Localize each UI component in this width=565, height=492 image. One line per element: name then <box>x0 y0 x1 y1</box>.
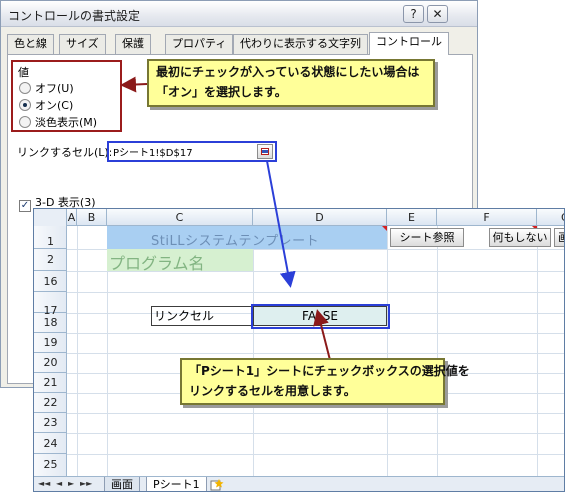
close-button[interactable]: ✕ <box>427 5 448 23</box>
tab-size[interactable]: サイズ <box>59 34 106 54</box>
column-header-e[interactable]: E <box>387 209 437 226</box>
do-nothing-button[interactable]: 何もしない <box>489 228 551 247</box>
sheet-tab-psheet1[interactable]: Pシート1 <box>146 477 207 491</box>
grid-vline <box>437 226 438 476</box>
callout-bottom-line1: 「Pシート1」シートにチェックボックスの選択値を <box>189 364 470 378</box>
row-header-23[interactable]: 23 <box>34 413 67 433</box>
first-sheet-icon[interactable]: ◄◄ <box>38 479 50 488</box>
radio-on[interactable]: オン(C) <box>19 97 73 113</box>
row-header-18[interactable]: 18 <box>34 313 67 333</box>
row-header-24[interactable]: 24 <box>34 433 67 454</box>
column-header-bar: A B C D E F G <box>34 209 564 226</box>
grid-hline <box>67 333 564 334</box>
grid-hline <box>67 353 564 354</box>
callout-bottom-line2: リンクするセルを用意します。 <box>189 384 356 398</box>
column-header-a[interactable]: A <box>67 209 77 226</box>
help-button[interactable]: ? <box>403 5 424 23</box>
next-sheet-icon[interactable]: ► <box>68 479 74 488</box>
radio-on-button[interactable] <box>19 99 31 111</box>
radio-mixed-label: 淡色表示(M) <box>35 116 98 129</box>
tab-protection[interactable]: 保護 <box>115 34 151 54</box>
radio-mixed-button[interactable] <box>19 116 31 128</box>
row-header-20[interactable]: 20 <box>34 353 67 373</box>
row-header-21[interactable]: 21 <box>34 373 67 393</box>
program-name-cell: プログラム名 <box>109 254 205 273</box>
template-title-cell: StiLLシステムテンプレート <box>151 234 320 249</box>
grid-vline <box>77 226 78 476</box>
callout-top: 最初にチェックが入っている状態にしたい場合は 「オン」を選択します。 <box>147 59 435 107</box>
sheet-reference-button[interactable]: シート参照 <box>390 228 464 247</box>
column-header-b[interactable]: B <box>77 209 107 226</box>
spreadsheet-window: A B C D E F G 1 2 16 17 18 19 20 21 22 2… <box>33 208 565 492</box>
row-header-bar: 1 2 16 17 18 19 20 21 22 23 24 25 <box>34 226 67 476</box>
radio-off-label: オフ(U) <box>35 82 74 95</box>
grid-vline <box>253 226 254 476</box>
sheet-tab-screen[interactable]: 画面 <box>104 477 140 491</box>
radio-off[interactable]: オフ(U) <box>19 80 74 96</box>
last-sheet-icon[interactable]: ►► <box>80 479 92 488</box>
link-cell-highlight <box>251 304 390 329</box>
comment-indicator <box>382 226 387 231</box>
column-header-g[interactable]: G <box>537 209 564 226</box>
row-header-25[interactable]: 25 <box>34 454 67 476</box>
sheet-tab-bar: ◄◄ ◄ ► ►► 画面 Pシート1 <box>34 476 564 491</box>
cell-link-input[interactable] <box>111 145 255 158</box>
callout-top-line1: 最初にチェックが入っている状態にしたい場合は <box>156 65 420 79</box>
column-header-d[interactable]: D <box>253 209 387 226</box>
row-header-17[interactable]: 17 <box>34 292 67 317</box>
radio-on-label: オン(C) <box>35 99 74 112</box>
select-all-corner[interactable] <box>34 209 67 226</box>
cell-link-highlight <box>107 141 277 162</box>
value-groupbox: 値 オフ(U) オン(C) 淡色表示(M) <box>11 60 122 132</box>
grid-hline <box>67 292 564 293</box>
row-header-16[interactable]: 16 <box>34 271 67 292</box>
tab-alt-text[interactable]: 代わりに表示する文字列 <box>233 34 368 54</box>
callout-top-line2: 「オン」を選択します。 <box>156 85 287 99</box>
row-header-19[interactable]: 19 <box>34 333 67 353</box>
link-cell-label[interactable]: リンクセル <box>151 306 253 326</box>
grid-hline <box>67 454 564 455</box>
row-header-2[interactable]: 2 <box>34 249 67 271</box>
column-header-c[interactable]: C <box>107 209 253 226</box>
callout-bottom: 「Pシート1」シートにチェックボックスの選択値を リンクするセルを用意します。 <box>180 358 470 405</box>
grid-vline <box>537 226 538 476</box>
show-screen-button[interactable]: 画面表示 <box>554 228 564 247</box>
grid-vline <box>387 226 388 476</box>
tab-control[interactable]: コントロール <box>369 32 449 55</box>
column-header-f[interactable]: F <box>437 209 537 226</box>
cell-grid[interactable]: StiLLシステムテンプレート プログラム名 シート参照 何もしない 画面表示 … <box>67 226 564 476</box>
value-group-title: 値 <box>18 66 29 79</box>
dialog-tabs: 色と線 サイズ 保護 プロパティ 代わりに表示する文字列 コントロール <box>7 32 473 55</box>
grid-hline <box>67 413 564 414</box>
radio-mixed[interactable]: 淡色表示(M) <box>19 114 97 130</box>
dialog-titlebar[interactable]: コントロールの書式設定 ? ✕ <box>1 1 477 27</box>
tab-properties[interactable]: プロパティ <box>165 34 234 54</box>
radio-off-button[interactable] <box>19 82 31 94</box>
row-header-22[interactable]: 22 <box>34 393 67 413</box>
checkbox-3d-box[interactable]: ✓ <box>19 200 31 212</box>
insert-sheet-icon[interactable] <box>210 479 224 491</box>
program-name-band: プログラム名 <box>107 249 253 273</box>
grid-hline <box>67 433 564 434</box>
collapse-dialog-icon-bar <box>262 150 268 153</box>
dialog-title: コントロールの書式設定 <box>8 9 141 23</box>
cell-link-label: リンクするセル(L): <box>17 146 113 159</box>
collapse-dialog-icon[interactable] <box>257 144 273 159</box>
tab-colors-lines[interactable]: 色と線 <box>7 34 54 54</box>
row-header-1[interactable]: 1 <box>34 226 67 249</box>
previous-sheet-icon[interactable]: ◄ <box>56 479 62 488</box>
